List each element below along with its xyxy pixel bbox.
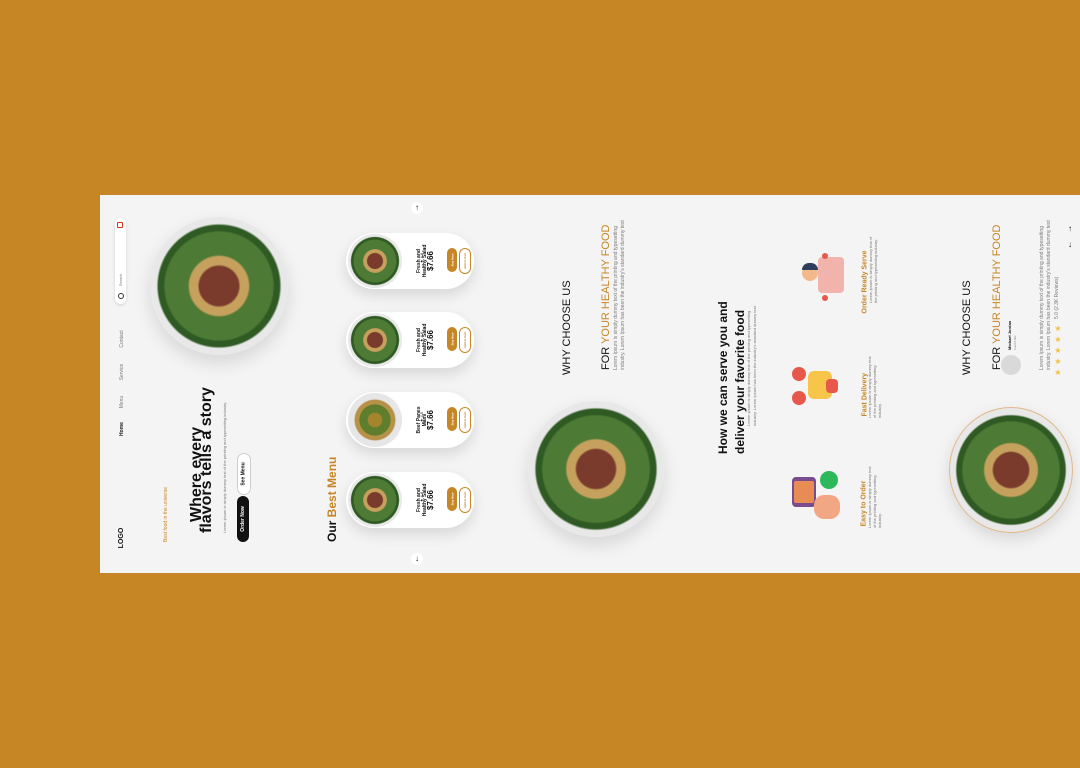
- menu-card-price: $7.66: [426, 489, 435, 511]
- testimonial-plate-image: [949, 407, 1073, 533]
- order-ready-serve-icon: [792, 251, 848, 303]
- search-bar[interactable]: Search: [115, 218, 126, 304]
- rating-stars: ★ ★ ★ ★ ★: [1054, 325, 1062, 377]
- logo[interactable]: LOGO: [118, 523, 128, 553]
- menu-card-image: [348, 313, 402, 367]
- nav-item-home[interactable]: Home: [119, 414, 127, 444]
- feature-body-easy-to-order: Lorem Ipsum is simply dummy text of the …: [867, 466, 882, 528]
- cart-icon[interactable]: [117, 222, 123, 228]
- hero-description: Lorem Ipsum is simply dummy text of the …: [222, 401, 227, 533]
- landing-page-frame: LOGO Home Menu Service Contact Search Be…: [100, 195, 1080, 573]
- menu-card[interactable]: Beef Panes Mami ★ 4.5 $7.66 Buy Now Add t…: [346, 392, 474, 448]
- why-body: Lorem Ipsum is simply dummy text of the …: [613, 220, 626, 370]
- serve-body: Lorem Ipsum is simply dummy text of the …: [746, 306, 757, 426]
- testimonial-down-button[interactable]: ↓: [1064, 239, 1076, 251]
- serve-title-line2: deliver your favorite food: [733, 309, 747, 454]
- nav-item-service[interactable]: Service: [119, 357, 127, 387]
- why-title-line1: WHY CHOOSE US: [561, 280, 573, 375]
- menu-card-price: $7.66: [426, 250, 435, 272]
- testimonial-title-line2: FOR YOUR HEALTHY FOOD: [991, 224, 1003, 370]
- easy-to-order-icon: [792, 467, 848, 523]
- menu-scroll-up-button[interactable]: ↑: [411, 202, 423, 214]
- star-icon: ★: [1054, 346, 1062, 355]
- testimonial-up-button[interactable]: ↑: [1064, 223, 1076, 235]
- menu-card[interactable]: Fresh and Healthy Salad ★ 4.8 $7.66 Buy N…: [346, 472, 474, 528]
- reviewer-role: Food Critic: [1013, 335, 1017, 350]
- menu-card[interactable]: Fresh and Healthy Salad ★ 4.6 $7.66 Buy N…: [346, 312, 474, 368]
- menu-card[interactable]: Fresh and Healthy Salad ★ 4.8 $7.66 Buy N…: [346, 233, 474, 289]
- add-to-cart-button[interactable]: Add to Cart: [459, 407, 471, 433]
- add-to-cart-button[interactable]: Add to Cart: [459, 248, 471, 274]
- best-menu-title: Our Best Menu: [325, 456, 339, 542]
- star-icon: ★: [1054, 335, 1062, 344]
- menu-card-rating: ★ 4.6: [419, 331, 424, 343]
- hero-tagline: Best food in the universe: [163, 486, 169, 542]
- add-to-cart-button[interactable]: Add to Cart: [459, 487, 471, 513]
- serve-title-line1: How we can serve you and: [716, 301, 730, 454]
- add-to-cart-button[interactable]: Add to Cart: [459, 327, 471, 353]
- star-icon: ★: [1054, 368, 1062, 377]
- menu-card-image: [348, 234, 402, 288]
- order-now-button[interactable]: Order Now: [237, 496, 249, 542]
- hero-plate-image: [150, 217, 288, 355]
- star-icon: ★: [1054, 357, 1062, 366]
- menu-card-price: $7.66: [426, 329, 435, 351]
- menu-card-rating: ★ 4.5: [419, 411, 424, 423]
- see-menu-button[interactable]: See Menu: [237, 453, 251, 495]
- testimonial-title-line1: WHY CHOOSE US: [961, 280, 973, 375]
- menu-card-price: $7.66: [426, 409, 435, 431]
- feature-body-fast-delivery: Lorem Ipsum is simply dummy text of the …: [867, 356, 882, 418]
- feature-body-order-ready: Lorem Ipsum is simply dummy text of the …: [868, 236, 878, 303]
- search-label: Search: [118, 273, 123, 287]
- search-icon[interactable]: [118, 293, 124, 299]
- buy-now-button[interactable]: Buy Now: [447, 487, 457, 511]
- buy-now-button[interactable]: Buy Now: [447, 248, 457, 272]
- menu-card-rating: ★ 4.8: [419, 491, 424, 503]
- buy-now-button[interactable]: Buy Now: [447, 327, 457, 351]
- star-icon: ★: [1054, 324, 1062, 333]
- hero-title-line2: flavors tells a story: [198, 387, 215, 533]
- menu-card-image: [348, 473, 402, 527]
- fast-delivery-icon: [792, 361, 848, 413]
- why-plate-image: [528, 401, 664, 537]
- reviewer-avatar: [1001, 355, 1021, 375]
- nav-item-contact[interactable]: Contact: [119, 324, 127, 354]
- menu-card-rating: ★ 4.8: [419, 252, 424, 264]
- nav-item-menu[interactable]: Menu: [119, 387, 127, 417]
- rating-summary: 5.0 (2.3K Reviews): [1054, 276, 1060, 319]
- buy-now-button[interactable]: Buy Now: [447, 407, 457, 431]
- menu-scroll-down-button[interactable]: ↓: [411, 553, 423, 565]
- why-title-line2: FOR YOUR HEALTHY FOOD: [600, 224, 612, 370]
- menu-card-image: [348, 393, 402, 447]
